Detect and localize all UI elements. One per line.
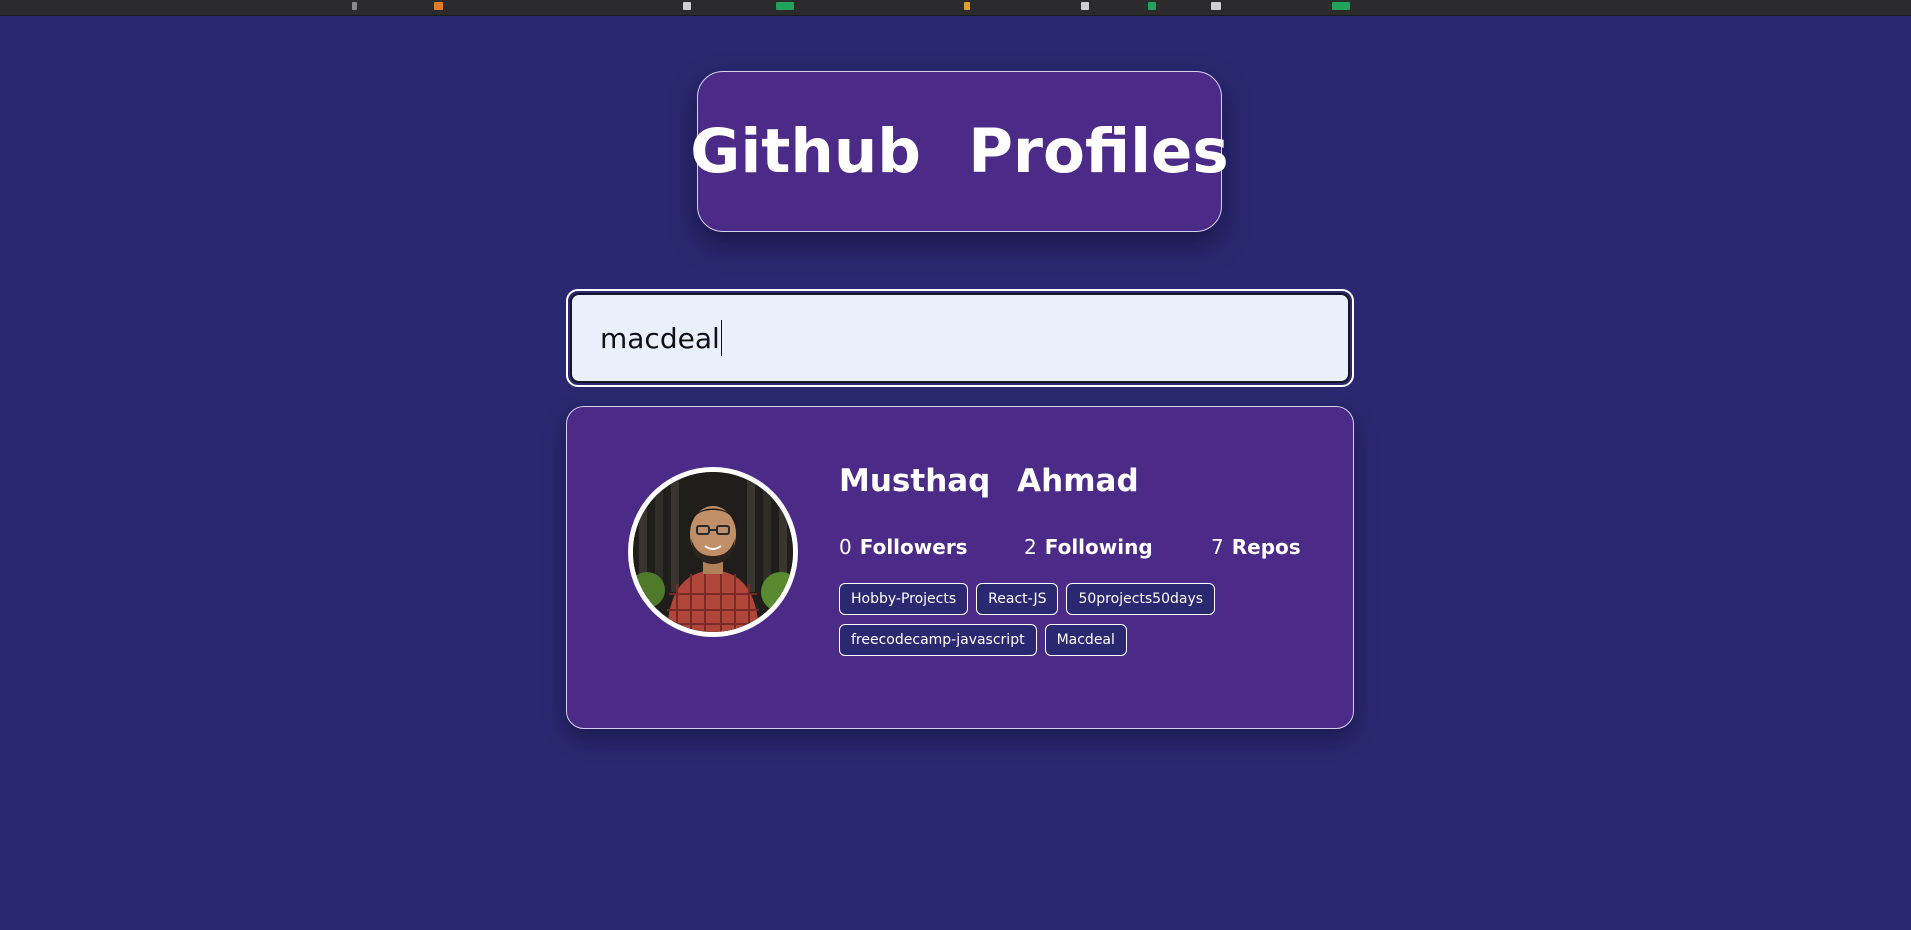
repo-link[interactable]: Macdeal bbox=[1044, 624, 1127, 656]
repos-label: Repos bbox=[1231, 535, 1301, 559]
repo-link[interactable]: React-JS bbox=[976, 583, 1059, 615]
app-header: Github Profiles bbox=[690, 71, 1229, 232]
bookmark-favicon[interactable] bbox=[964, 2, 970, 10]
profile-card: Musthaq Ahmad 0 Followers 2 Following 7 Rep… bbox=[566, 406, 1354, 729]
text-caret bbox=[720, 320, 722, 356]
following-count: 2 bbox=[1024, 535, 1037, 559]
bookmark-favicon[interactable] bbox=[683, 2, 691, 10]
repo-link[interactable]: 50projects50days bbox=[1066, 583, 1216, 615]
bookmark-favicon[interactable] bbox=[1332, 2, 1350, 10]
bookmark-favicon[interactable] bbox=[1148, 2, 1156, 10]
search-input[interactable]: macdeal bbox=[570, 293, 1350, 383]
avatar bbox=[628, 467, 798, 637]
repos-count: 7 bbox=[1211, 535, 1224, 559]
repo-link[interactable]: freecodecamp-javascript bbox=[839, 624, 1037, 656]
followers-label: Followers bbox=[859, 535, 968, 559]
search-input-value[interactable]: macdeal bbox=[600, 322, 720, 355]
repo-list: Hobby-Projects React-JS 50projects50days fr… bbox=[839, 583, 1309, 665]
following-label: Following bbox=[1044, 535, 1153, 559]
page-title: Github Profiles bbox=[690, 116, 1229, 187]
bookmark-favicon[interactable] bbox=[352, 2, 357, 10]
followers-count: 0 bbox=[839, 535, 852, 559]
browser-bookmarks-bar bbox=[0, 0, 1911, 16]
repo-link[interactable]: Hobby-Projects bbox=[839, 583, 969, 615]
following-stat: 2 Following bbox=[1024, 535, 1153, 559]
profile-name: Musthaq Ahmad bbox=[839, 463, 1139, 499]
bookmark-favicon[interactable] bbox=[434, 2, 443, 10]
bookmark-favicon[interactable] bbox=[1211, 2, 1221, 10]
followers-stat: 0 Followers bbox=[839, 535, 968, 559]
bookmark-favicon[interactable] bbox=[776, 2, 794, 10]
repos-stat: 7 Repos bbox=[1211, 535, 1301, 559]
bookmark-favicon[interactable] bbox=[1081, 2, 1089, 10]
search-box[interactable]: macdeal bbox=[566, 289, 1354, 387]
user-photo-icon bbox=[633, 472, 793, 632]
